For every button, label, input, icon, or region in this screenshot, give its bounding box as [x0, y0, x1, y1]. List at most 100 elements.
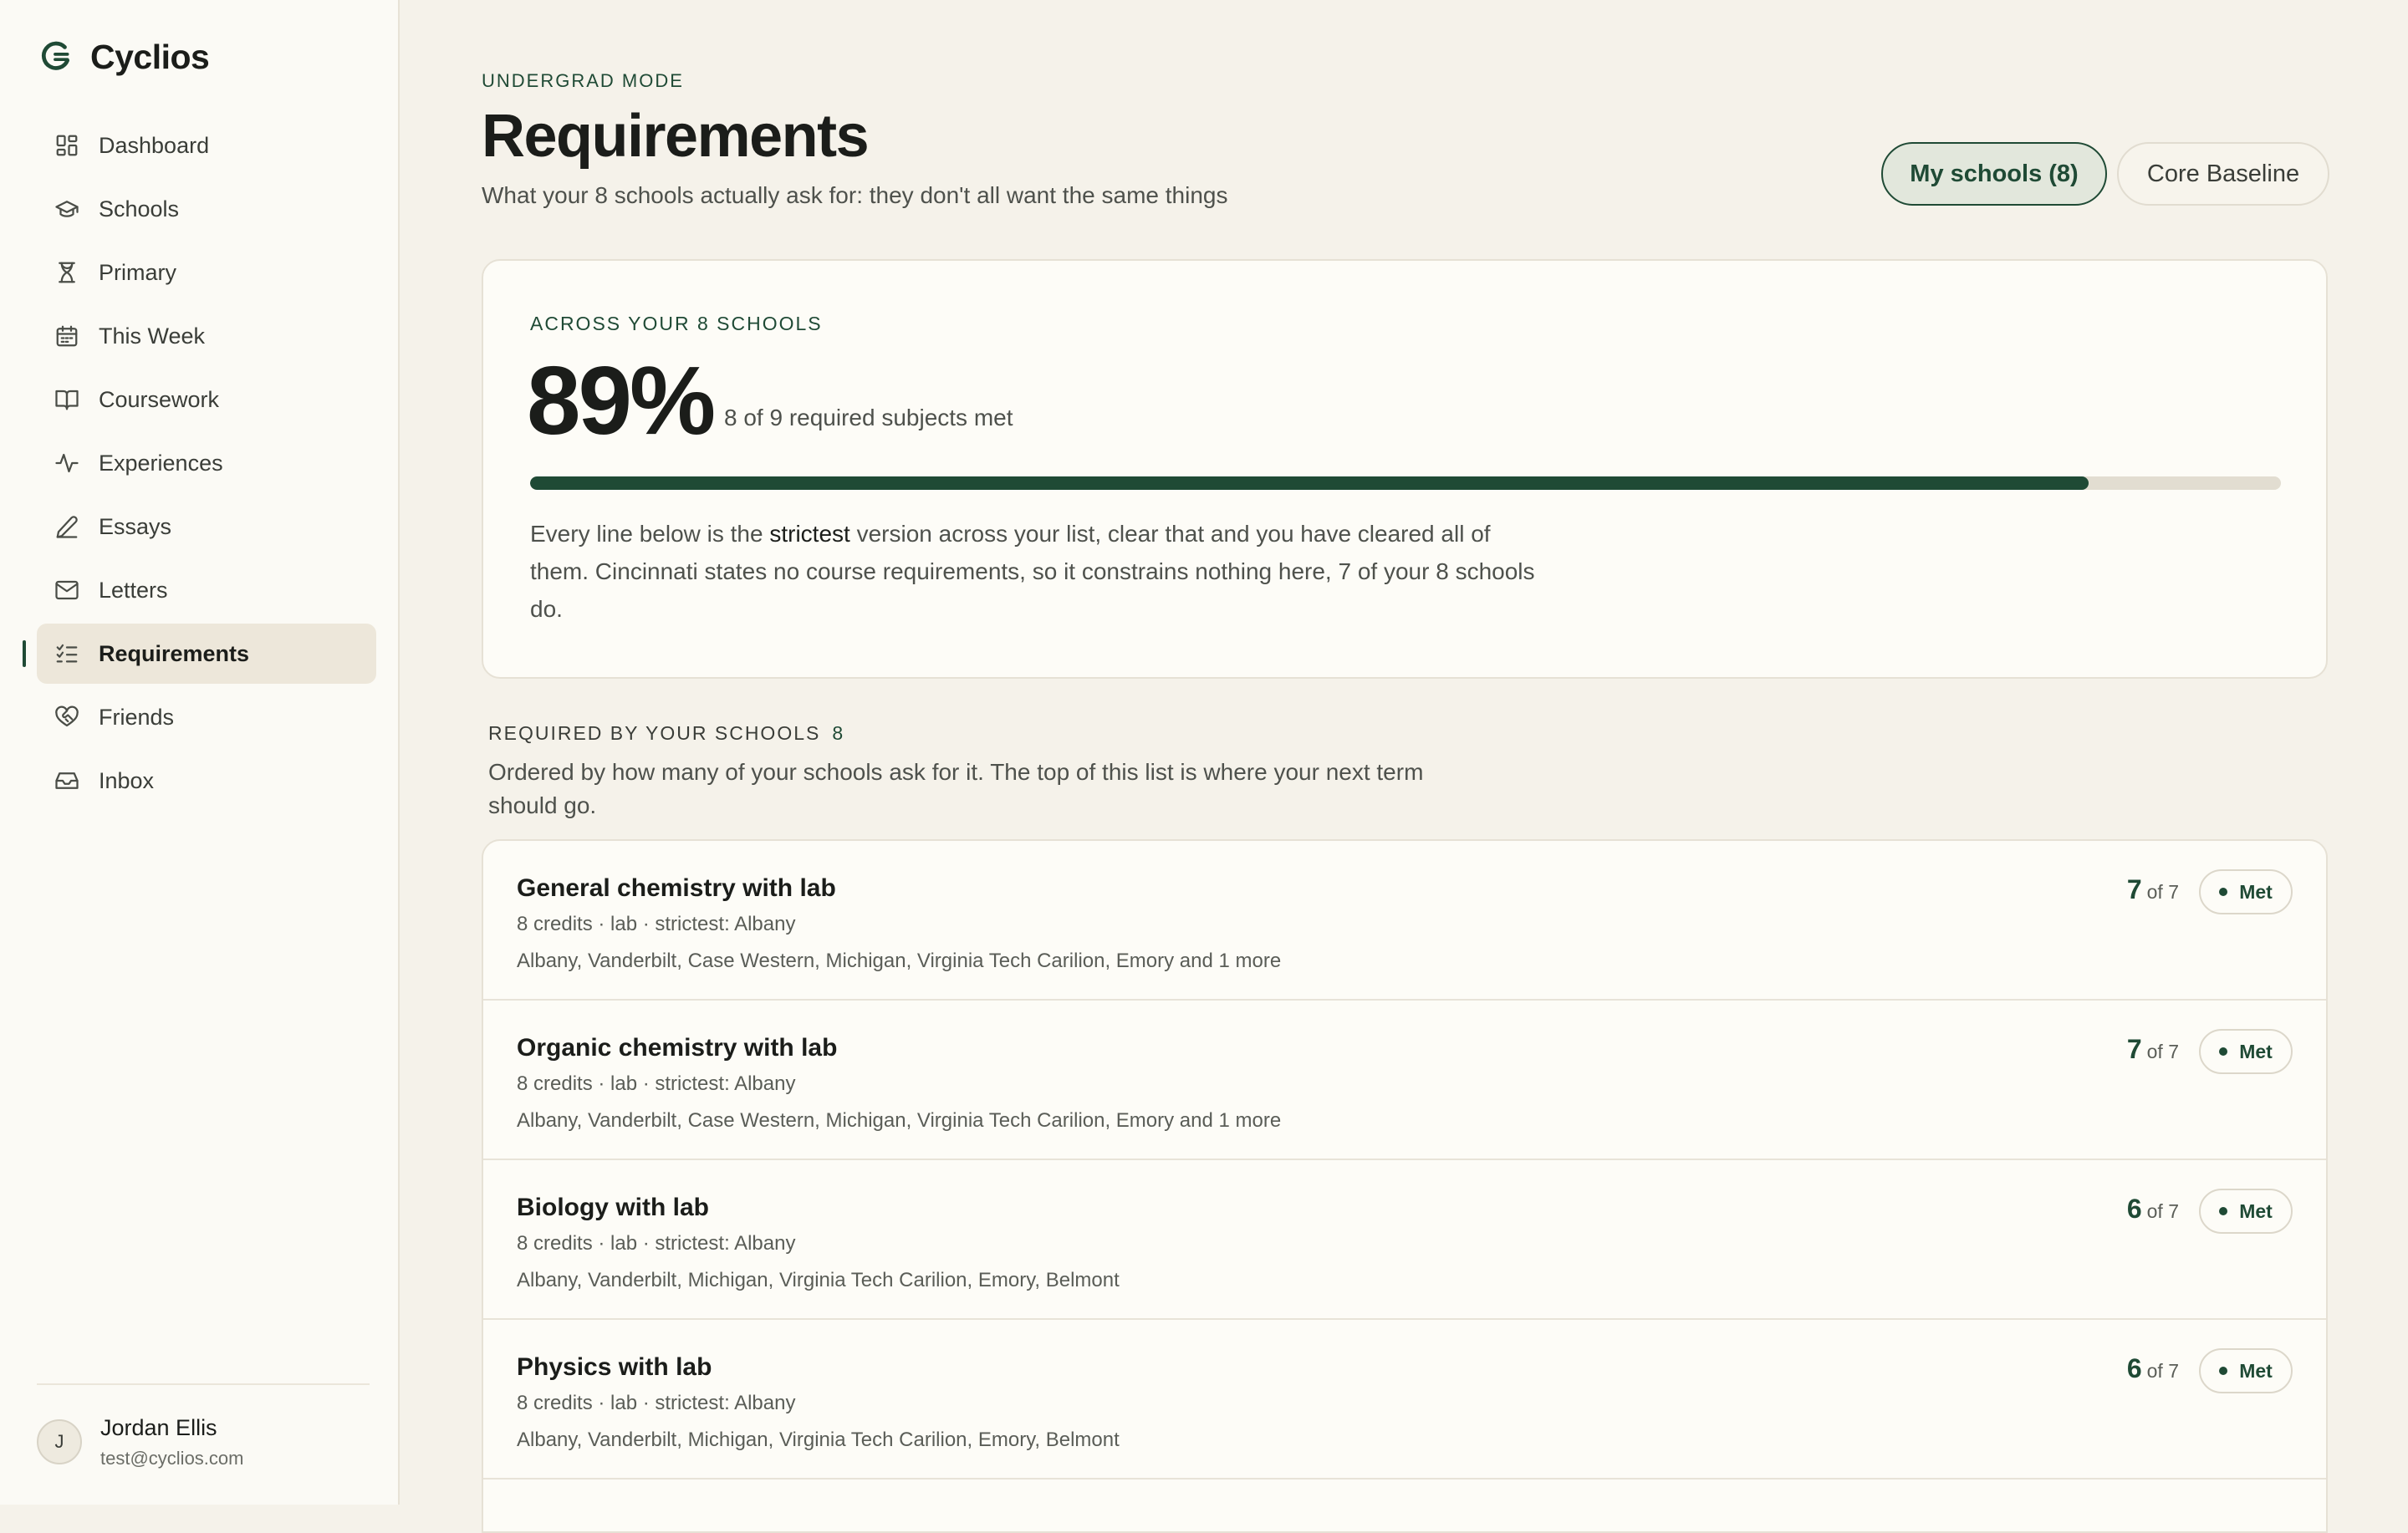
summary-label: ACROSS YOUR 8 SCHOOLS [530, 313, 823, 334]
page-title: Requirements [482, 103, 870, 170]
status-label: Met [2239, 1040, 2273, 1062]
requirements-list: General chemistry with lab 8 credits · l… [482, 839, 2328, 1533]
sidebar-item-label: Essays [99, 513, 172, 539]
requirement-count: 7 of 7 [2127, 874, 2179, 905]
graduation-cap-icon [54, 196, 80, 222]
requirement-meta: 8 credits · lab · strictest: Albany [517, 1232, 796, 1255]
section-label: REQUIRED BY YOUR SCHOOLS 8 [488, 722, 843, 745]
mail-icon [54, 577, 80, 604]
sidebar-item-primary[interactable]: Primary [37, 242, 376, 303]
sidebar-item-experiences[interactable]: Experiences [37, 433, 376, 493]
user-name: Jordan Ellis [100, 1414, 217, 1440]
requirement-count-total: of 7 [2146, 881, 2179, 903]
status-badge: Met [2199, 1029, 2293, 1074]
sidebar-item-friends[interactable]: Friends [37, 687, 376, 747]
sidebar-item-label: Friends [99, 704, 175, 730]
main-content: UNDERGRAD MODE Requirements What your 8 … [400, 0, 2408, 1533]
requirement-count-value: 6 [2126, 1353, 2142, 1383]
requirement-schools: Albany, Vanderbilt, Case Western, Michig… [517, 950, 1282, 972]
requirement-schools: Albany, Vanderbilt, Michigan, Virginia T… [517, 1429, 1120, 1451]
summary-note: Every line below is the strictest versio… [530, 515, 1550, 628]
summary-card: ACROSS YOUR 8 SCHOOLS 89% 8 of 9 require… [482, 259, 2328, 679]
sidebar: Cyclios Dashboard Schools Primary This W… [0, 0, 400, 1505]
sidebar-item-label: Experiences [99, 450, 223, 476]
status-dot-icon [2219, 1047, 2228, 1056]
requirement-schools: Albany, Vanderbilt, Michigan, Virginia T… [517, 1269, 1120, 1291]
status-badge: Met [2199, 869, 2293, 914]
requirement-schools: Albany, Vanderbilt, Case Western, Michig… [517, 1109, 1282, 1132]
requirement-count: 6 of 7 [2127, 1194, 2179, 1225]
status-badge: Met [2199, 1348, 2293, 1393]
requirement-count: 7 of 7 [2127, 1034, 2179, 1065]
mode-label: UNDERGRAD MODE [482, 70, 684, 91]
hourglass-icon [54, 259, 80, 286]
activity-icon [54, 450, 80, 476]
requirement-row[interactable]: General chemistry with lab 8 credits · l… [483, 841, 2326, 1001]
sidebar-item-label: This Week [99, 323, 206, 349]
grid-icon [54, 132, 80, 159]
brand-name: Cyclios [90, 37, 210, 76]
status-dot-icon [2219, 888, 2228, 896]
sidebar-item-label: Schools [99, 196, 180, 222]
checklist-icon [54, 640, 80, 667]
brand[interactable]: Cyclios [38, 35, 210, 79]
status-badge: Met [2199, 1189, 2293, 1234]
requirement-count-value: 6 [2126, 1194, 2142, 1224]
sidebar-item-essays[interactable]: Essays [37, 497, 376, 557]
requirement-row[interactable]: Biology with lab 8 credits · lab · stric… [483, 1160, 2326, 1320]
status-label: Met [2239, 1199, 2273, 1222]
sidebar-item-dashboard[interactable]: Dashboard [37, 115, 376, 176]
requirement-meta: 8 credits · lab · strictest: Albany [517, 913, 796, 935]
cyclios-logo-icon [41, 41, 70, 70]
sidebar-item-label: Requirements [99, 640, 250, 666]
section-count: 8 [832, 722, 844, 744]
progress-fill [530, 476, 2089, 490]
status-dot-icon [2219, 1207, 2228, 1215]
sidebar-item-label: Primary [99, 259, 176, 285]
status-label: Met [2239, 1359, 2273, 1382]
requirement-meta: 8 credits · lab · strictest: Albany [517, 1392, 796, 1414]
requirement-row[interactable]: Organic chemistry with lab 8 credits · l… [483, 1001, 2326, 1160]
sidebar-item-requirements[interactable]: Requirements [23, 624, 376, 684]
my-schools-toggle[interactable]: My schools (8) [1881, 142, 2107, 206]
summary-subtitle: 8 of 9 required subjects met [724, 405, 1013, 430]
requirement-name: Organic chemistry with lab [517, 1034, 838, 1062]
requirement-count-value: 7 [2126, 874, 2142, 904]
requirement-row[interactable]: Physics with lab 8 credits · lab · stric… [483, 1320, 2326, 1480]
user-info: Jordan Ellis test@cyclios.com [100, 1415, 243, 1469]
sidebar-item-label: Dashboard [99, 132, 210, 158]
book-icon [54, 386, 80, 413]
requirement-count-total: of 7 [2146, 1360, 2179, 1382]
summary-note-before: Every line below is the [530, 521, 770, 547]
sidebar-item-label: Coursework [99, 386, 220, 412]
user-profile[interactable]: J Jordan Ellis test@cyclios.com [37, 1413, 243, 1471]
section-label-text: REQUIRED BY YOUR SCHOOLS [488, 722, 821, 744]
sidebar-item-coursework[interactable]: Coursework [37, 369, 376, 430]
summary-percent: 89% [527, 346, 716, 455]
sidebar-item-label: Inbox [99, 767, 155, 793]
sidebar-item-schools[interactable]: Schools [37, 179, 376, 239]
requirement-count-total: of 7 [2146, 1041, 2179, 1062]
status-dot-icon [2219, 1367, 2228, 1375]
sidebar-nav: Dashboard Schools Primary This Week Cour… [23, 115, 376, 814]
avatar: J [37, 1419, 82, 1464]
sidebar-item-this-week[interactable]: This Week [37, 306, 376, 366]
core-baseline-toggle[interactable]: Core Baseline [2117, 142, 2329, 206]
sidebar-item-label: Letters [99, 577, 168, 603]
pencil-icon [54, 513, 80, 540]
calendar-icon [54, 323, 80, 349]
progress-bar [530, 476, 2281, 490]
heart-handshake-icon [54, 704, 80, 731]
requirement-name: Biology with lab [517, 1194, 709, 1221]
inbox-icon [54, 767, 80, 794]
sidebar-divider [37, 1383, 370, 1385]
summary-note-emphasis: strictest [769, 521, 850, 547]
requirement-count-total: of 7 [2146, 1200, 2179, 1222]
requirement-meta: 8 credits · lab · strictest: Albany [517, 1072, 796, 1095]
page-subtitle: What your 8 schools actually ask for: th… [482, 182, 1228, 208]
sidebar-item-inbox[interactable]: Inbox [37, 751, 376, 811]
sidebar-item-letters[interactable]: Letters [37, 560, 376, 620]
section-description: Ordered by how many of your schools ask … [488, 759, 1424, 818]
requirement-name: General chemistry with lab [517, 874, 836, 902]
requirement-count: 6 of 7 [2127, 1353, 2179, 1384]
